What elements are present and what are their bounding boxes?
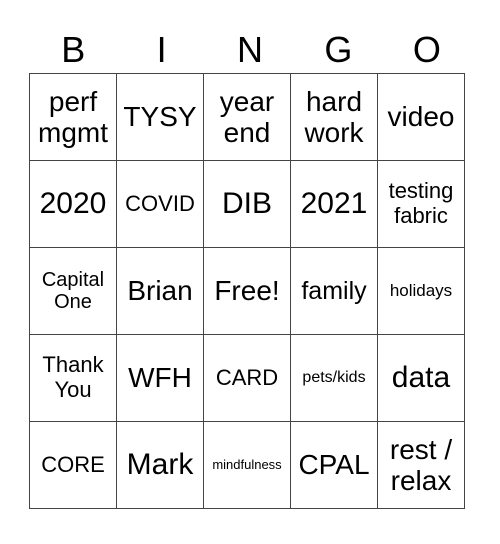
header-letter-n: N: [237, 29, 264, 70]
bingo-cell[interactable]: video: [377, 73, 465, 161]
bingo-cell[interactable]: WFH: [116, 334, 204, 422]
bingo-cell[interactable]: Thank You: [29, 334, 117, 422]
header-letter-o: O: [412, 29, 441, 70]
bingo-cell[interactable]: year end: [203, 73, 291, 161]
bingo-cell[interactable]: TYSY: [116, 73, 204, 161]
bingo-cell[interactable]: Capital One: [29, 247, 117, 335]
bingo-cell[interactable]: Free!: [203, 247, 291, 335]
bingo-cell[interactable]: Brian: [116, 247, 204, 335]
bingo-cell[interactable]: CORE: [29, 421, 117, 509]
bingo-row: 2020 COVID DIB 2021 testing fabric: [29, 160, 465, 248]
bingo-cell[interactable]: hard work: [290, 73, 378, 161]
bingo-cell[interactable]: CPAL: [290, 421, 378, 509]
bingo-cell[interactable]: family: [290, 247, 378, 335]
bingo-cell[interactable]: 2021: [290, 160, 378, 248]
bingo-header: B I N G O: [29, 28, 471, 72]
bingo-cell[interactable]: Mark: [116, 421, 204, 509]
bingo-cell[interactable]: perf mgmt: [29, 73, 117, 161]
bingo-cell[interactable]: DIB: [203, 160, 291, 248]
bingo-cell[interactable]: mindfulness: [203, 421, 291, 509]
bingo-cell[interactable]: CARD: [203, 334, 291, 422]
bingo-row: Capital One Brian Free! family holidays: [29, 247, 465, 335]
bingo-cell[interactable]: data: [377, 334, 465, 422]
bingo-cell[interactable]: testing fabric: [377, 160, 465, 248]
bingo-cell[interactable]: COVID: [116, 160, 204, 248]
bingo-row: CORE Mark mindfulness CPAL rest / relax: [29, 421, 465, 509]
header-letter-g: G: [324, 29, 353, 70]
bingo-cell[interactable]: rest / relax: [377, 421, 465, 509]
header-letter-i: I: [156, 29, 167, 70]
bingo-cell[interactable]: holidays: [377, 247, 465, 335]
bingo-row: perf mgmt TYSY year end hard work video: [29, 73, 465, 161]
header-letter-b: B: [61, 29, 86, 70]
bingo-cell[interactable]: 2020: [29, 160, 117, 248]
bingo-card: perf mgmt TYSY year end hard work video 2020 C…: [29, 73, 465, 509]
bingo-cell[interactable]: pets/kids: [290, 334, 378, 422]
bingo-row: Thank You WFH CARD pets/kids data: [29, 334, 465, 422]
